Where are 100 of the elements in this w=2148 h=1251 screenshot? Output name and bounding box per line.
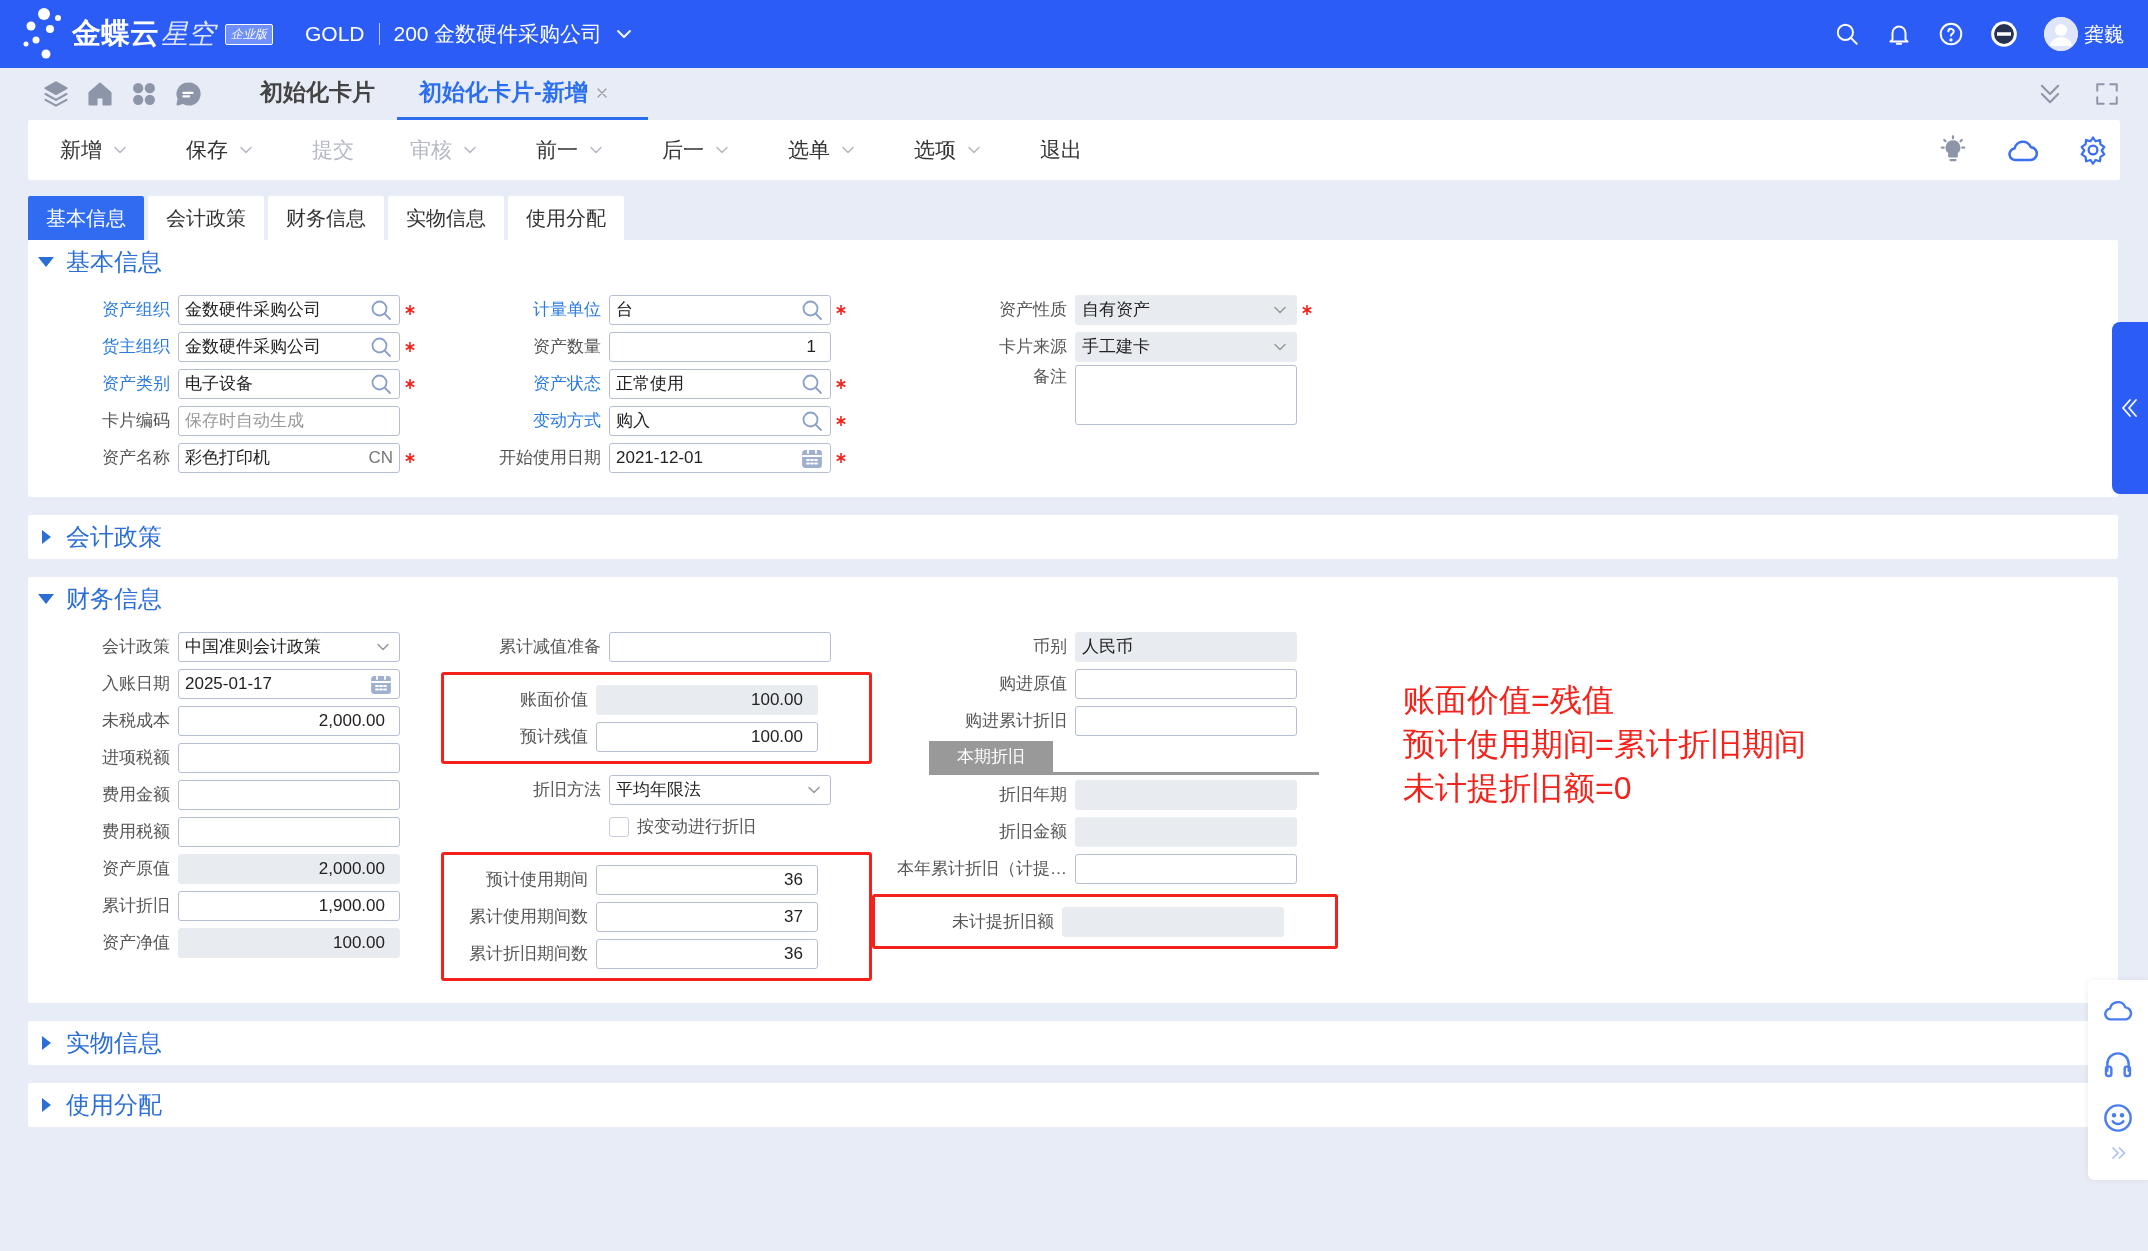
form-tab[interactable]: 财务信息 [268, 196, 384, 240]
field-label: 资产名称 [101, 447, 171, 469]
lookup-field[interactable]: 电子设备 [178, 368, 400, 399]
minus-circle-icon[interactable] [1990, 20, 2018, 48]
section-title[interactable]: 实物信息 [66, 1027, 162, 1059]
field-label: 账面价值 [519, 689, 589, 711]
text-field[interactable]: 保存时自动生成 [178, 405, 400, 436]
layers-icon[interactable] [42, 80, 70, 108]
expanded-caret-icon[interactable] [36, 255, 56, 269]
chat-icon[interactable] [174, 80, 202, 108]
field-link[interactable]: 计量单位 [444, 298, 609, 321]
field-label: 累计折旧期间数 [468, 943, 589, 965]
form-tab[interactable]: 使用分配 [508, 196, 624, 240]
field-label: 资产净值 [101, 932, 171, 954]
toolbar-button[interactable]: 新增 [48, 130, 142, 170]
apps-icon[interactable] [130, 80, 158, 108]
select-field[interactable]: 中国准则会计政策 [178, 631, 400, 662]
number-field[interactable]: 2,000.00 [178, 853, 400, 884]
toolbar-button[interactable]: 保存 [174, 130, 268, 170]
select-field[interactable]: 平均年限法 [609, 774, 831, 805]
field-label: 入账日期 [101, 673, 171, 695]
field-label: 进项税额 [101, 747, 171, 769]
lookup-field[interactable]: 金数硬件采购公司 [178, 294, 400, 325]
smile-icon[interactable] [2102, 1102, 2134, 1134]
field-link[interactable]: 货主组织 [51, 335, 178, 358]
select-field[interactable]: 自有资产 [1075, 294, 1297, 325]
edition-badge: 企业版 [225, 23, 273, 45]
field-label: 卡片编码 [101, 410, 171, 432]
form-tab[interactable]: 会计政策 [148, 196, 264, 240]
field-label: 购进原值 [998, 673, 1068, 695]
toolbar-button[interactable]: 前一 [524, 130, 618, 170]
form-tab[interactable]: 基本信息 [28, 196, 144, 240]
annotation-text: 预计使用期间=累计折旧期间 [1403, 725, 1806, 764]
field-label: 开始使用日期 [498, 447, 602, 469]
date-field[interactable]: 2025-01-17 [178, 668, 400, 699]
number-field[interactable]: 100.00 [596, 684, 818, 715]
number-field[interactable]: 36 [596, 938, 818, 969]
number-field[interactable] [1075, 853, 1297, 884]
toolbar-button[interactable]: 选单 [776, 130, 870, 170]
date-field[interactable]: 2021-12-01 [609, 442, 831, 473]
number-field[interactable] [1075, 705, 1297, 736]
field-label: 会计政策 [101, 636, 171, 658]
annotation-text: 账面价值=残值 [1403, 681, 1615, 720]
lookup-field[interactable]: 正常使用 [609, 368, 831, 399]
collapse-panel-tab[interactable] [2112, 322, 2148, 494]
expanded-caret-icon[interactable] [36, 592, 56, 606]
section-title[interactable]: 基本信息 [66, 246, 162, 278]
number-field[interactable] [178, 742, 400, 773]
brand-name: 金蝶云 [72, 16, 159, 51]
field-label: 费用金额 [101, 784, 171, 806]
section-title[interactable]: 财务信息 [66, 583, 162, 615]
user-name[interactable]: 龚巍 [2084, 20, 2124, 48]
number-field[interactable] [609, 631, 831, 662]
toolbar-button[interactable]: 退出 [1028, 130, 1094, 170]
section-title[interactable]: 使用分配 [66, 1089, 162, 1121]
form-tab[interactable]: 实物信息 [388, 196, 504, 240]
number-field[interactable] [178, 779, 400, 810]
field-label: 折旧方法 [532, 779, 602, 801]
lookup-field[interactable]: 台 [609, 294, 831, 325]
home-icon[interactable] [86, 80, 114, 108]
checkbox-label[interactable]: 按变动进行折旧 [637, 815, 756, 838]
number-field[interactable]: 100.00 [178, 927, 400, 958]
field-link[interactable]: 资产组织 [51, 298, 178, 321]
checkbox-box[interactable] [609, 816, 629, 837]
annotation-text: 未计提折旧额=0 [1403, 769, 1633, 808]
toolbar-button[interactable]: 后一 [650, 130, 744, 170]
text-field[interactable]: 人民币 [1075, 631, 1297, 662]
field-label: 资产原值 [101, 858, 171, 880]
lookup-field[interactable]: 购入 [609, 405, 831, 436]
organization-name[interactable]: 200 金数硬件采购公司 [393, 20, 603, 48]
lookup-field[interactable]: 金数硬件采购公司 [178, 331, 400, 362]
number-field[interactable] [178, 816, 400, 847]
field-label: 本年累计折旧（计提… [896, 858, 1068, 880]
account-name[interactable]: GOLD [305, 22, 365, 46]
text-area[interactable] [1075, 365, 1297, 425]
number-field[interactable]: 36 [596, 864, 818, 895]
field-label: 预计使用期间 [485, 869, 589, 891]
field-link[interactable]: 资产状态 [444, 372, 609, 395]
field-label: 购进累计折旧 [964, 710, 1068, 732]
number-field[interactable]: 37 [596, 901, 818, 932]
avatar-icon[interactable] [2044, 17, 2078, 51]
number-field[interactable]: 1,900.00 [178, 890, 400, 921]
number-field[interactable]: 2,000.00 [178, 705, 400, 736]
number-field[interactable]: 100.00 [596, 721, 818, 752]
fullscreen-icon[interactable] [2094, 81, 2120, 107]
field-label: 累计折旧 [101, 895, 171, 917]
field-label: 资产性质 [998, 299, 1068, 321]
page-tab[interactable]: 初始化卡片 [238, 68, 397, 120]
field-link[interactable]: 资产类别 [51, 372, 178, 395]
number-field[interactable]: 1 [609, 331, 831, 362]
number-field[interactable] [1075, 668, 1297, 699]
section-title[interactable]: 会计政策 [66, 521, 162, 553]
text-field[interactable]: 彩色打印机 CN [178, 442, 400, 473]
field-label: 累计使用期间数 [468, 906, 589, 928]
settings-icon[interactable] [2078, 135, 2108, 165]
field-link[interactable]: 变动方式 [444, 409, 609, 432]
search-icon[interactable] [1834, 21, 1860, 47]
help-icon[interactable] [1938, 21, 1964, 47]
select-field[interactable]: 手工建卡 [1075, 331, 1297, 362]
toolbar-button[interactable]: 选项 [902, 130, 996, 170]
